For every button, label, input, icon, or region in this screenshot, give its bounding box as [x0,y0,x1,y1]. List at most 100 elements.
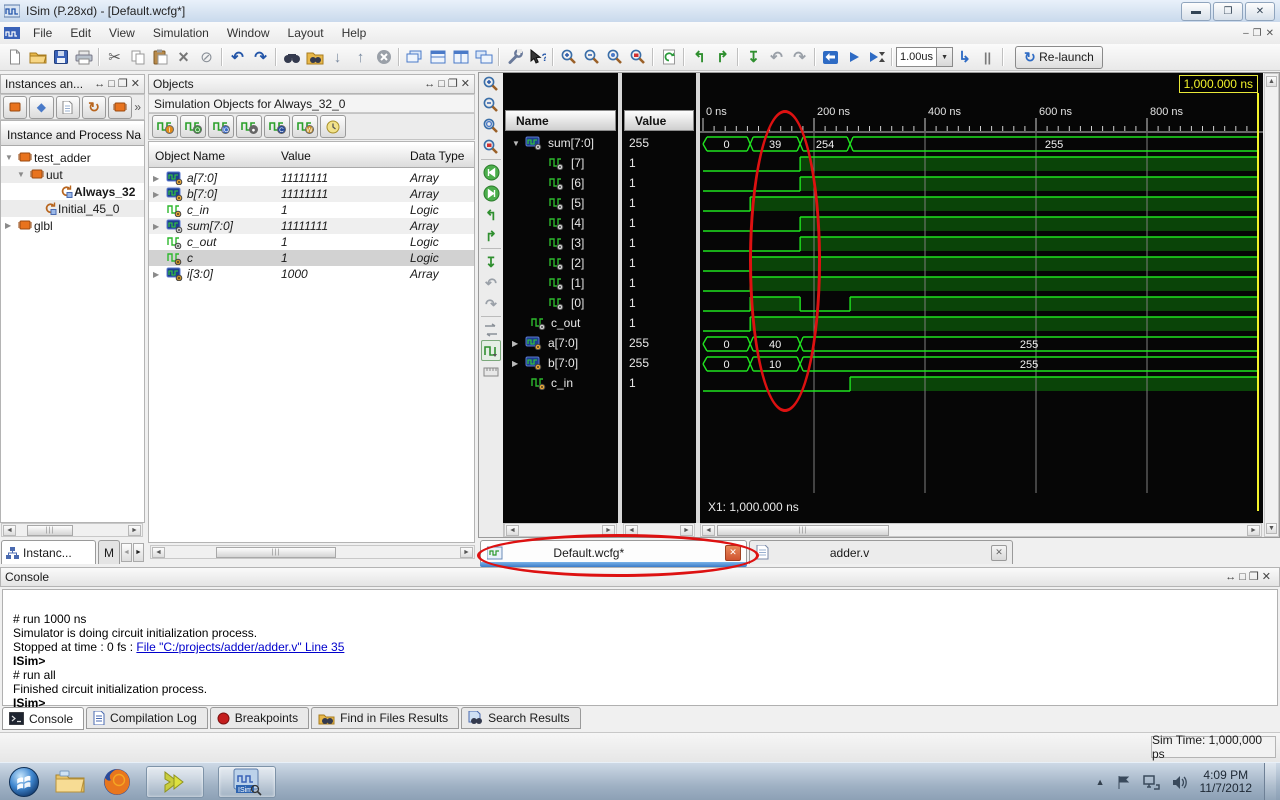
objects-column-datatype[interactable]: Data Type [404,145,474,168]
wave-signal-value[interactable]: 1 [622,153,696,173]
copy-button[interactable] [126,46,149,68]
tree-expander-icon[interactable]: ▼ [5,153,13,162]
wave-name-hscrollbar[interactable]: ◄ ► [504,523,617,537]
find-in-files-button[interactable] [303,46,326,68]
objects-hscrollbar[interactable]: ◄ ||| ► [150,545,475,559]
taskbar-ise-button[interactable] [146,766,204,798]
objects-column-value[interactable]: Value [275,145,404,168]
wave-signal-value[interactable]: 1 [622,173,696,193]
prev-edge-button[interactable]: ↰ [481,204,501,225]
wave-signal-name-row[interactable]: c_out [503,313,618,333]
console-source-link[interactable]: File "C:/projects/adder/adder.v" Line 35 [136,640,344,654]
instance-tree-row[interactable]: ▶ glbl [1,217,144,234]
save-button[interactable] [49,46,72,68]
wave-zoom-in-button[interactable] [481,73,501,94]
menu-layout[interactable]: Layout [279,23,333,43]
object-row[interactable]: ▶ b[7:0] 11111111 Array [149,186,474,202]
wave-value-header[interactable]: Value [624,110,694,131]
next-transition-gray-button[interactable]: ↷ [788,46,811,68]
paste-button[interactable] [149,46,172,68]
combo-dropdown-icon[interactable]: ▼ [937,47,954,67]
object-row[interactable]: ▶ sum[7:0] 11111111 Array [149,218,474,234]
wave-signal-name-row[interactable]: [7] [503,153,618,173]
object-row[interactable]: c_out 1 Logic [149,234,474,250]
undock-icon[interactable]: ↔ [1225,572,1236,583]
wave-signal-value[interactable]: 1 [622,293,696,313]
object-row[interactable]: c_in 1 Logic [149,202,474,218]
wave-signal-value[interactable]: 1 [622,193,696,213]
bottom-tab-compilation-log[interactable]: Compilation Log [86,707,208,729]
goto-end-button[interactable] [481,183,501,204]
wave-zoom-full-button[interactable] [481,115,501,136]
start-button[interactable] [8,767,40,797]
wave-signal-value[interactable]: 1 [622,273,696,293]
find-button[interactable] [280,46,303,68]
menu-window[interactable]: Window [218,23,279,43]
mdi-minimize-button[interactable]: – [1243,28,1249,39]
tab-adder-v[interactable]: adder.v ✕ [749,540,1013,564]
close-tab-icon[interactable]: ✕ [724,544,741,561]
goto-time-button[interactable] [819,46,842,68]
context-help-button[interactable]: ? [526,46,549,68]
wave-signal-value[interactable]: 1 [622,253,696,273]
undock-icon[interactable]: ↔ [94,79,105,90]
instance-tree-row[interactable]: ▼ test_adder [1,149,144,166]
snap-transition-button[interactable] [481,340,501,361]
maximize-panel-icon[interactable]: □ [1239,572,1246,583]
wave-expander-icon[interactable]: ▼ [512,139,520,148]
instances-hscrollbar[interactable]: ◄ ||| ► [1,523,143,537]
instances-column-header[interactable]: Instance and Process Na [1,124,144,146]
reload-button[interactable] [657,46,680,68]
wave-plot-area[interactable]: 0 ns 200 ns 400 ns 600 ns 800 ns 0 39 254 255 0 40… [700,73,1263,523]
volume-icon[interactable] [1172,775,1188,790]
filter-variable-button[interactable]: W [292,115,318,138]
taskbar-clock[interactable]: 4:09 PM 11/7/2012 [1200,769,1253,795]
wave-name-header[interactable]: Name [505,110,616,131]
zoom-out-button[interactable] [580,46,603,68]
wave-signal-value[interactable]: 255 [622,353,696,373]
step-button[interactable]: ↳ [953,46,976,68]
wave-signal-value[interactable]: 255 [622,133,696,153]
taskbar-isim-button[interactable]: ISim [218,766,276,798]
undo-button[interactable]: ↶ [226,46,249,68]
undock-icon[interactable]: ↔ [424,79,435,90]
tile-horizontal-button[interactable] [426,46,449,68]
menu-simulation[interactable]: Simulation [144,23,218,43]
goto-start-button[interactable] [481,162,501,183]
bottom-tab-breakpoints[interactable]: Breakpoints [209,707,310,729]
maximize-panel-icon[interactable]: □ [438,79,445,90]
wave-signal-name-row[interactable]: [4] [503,213,618,233]
wave-zoom-out-button[interactable] [481,94,501,115]
bottom-tab-search-results[interactable]: Search Results [461,707,581,729]
mdi-restore-button[interactable]: ❐ [1253,28,1262,39]
bottom-tab-console[interactable]: Console [2,707,85,730]
instance-module-button[interactable] [3,95,28,119]
object-row[interactable]: c 1 Logic [149,250,474,266]
zoom-fit-button[interactable] [603,46,626,68]
close-button[interactable]: ✕ [1245,1,1275,21]
arrow-up-button[interactable]: ↑ [349,46,372,68]
jump-forward-button[interactable]: ↱ [711,46,734,68]
relaunch-button[interactable]: ↻ Re-launch [1015,45,1103,69]
measure-button[interactable] [481,361,501,382]
tab-instances[interactable]: Instanc... [1,540,96,564]
tile-vertical-button[interactable] [449,46,472,68]
instance-tree-row[interactable]: Always_32 [1,183,144,200]
instance-process-button[interactable]: ↻ [81,95,107,119]
run-for-time-button[interactable] [865,46,888,68]
objects-column-name[interactable]: Object Name [149,145,275,168]
break-button[interactable]: || [976,46,999,68]
close-panel-icon[interactable]: ✕ [461,79,470,90]
float-panel-icon[interactable]: ❐ [118,79,128,90]
wave-signal-name-row[interactable]: c_in [503,373,618,393]
instance-tree-row[interactable]: ▼ uut [1,166,144,183]
wave-zoom-area-button[interactable] [481,136,501,157]
maximize-panel-icon[interactable]: □ [108,79,115,90]
run-button[interactable] [842,46,865,68]
wave-expander-icon[interactable]: ▶ [512,359,518,368]
close-tab-icon[interactable]: ✕ [991,544,1007,561]
wave-expander-icon[interactable]: ▶ [512,339,518,348]
tray-expand-icon[interactable]: ▲ [1096,777,1105,787]
instance-tree-row[interactable]: Initial_45_0 [1,200,144,217]
instance-doc-button[interactable] [55,95,80,119]
